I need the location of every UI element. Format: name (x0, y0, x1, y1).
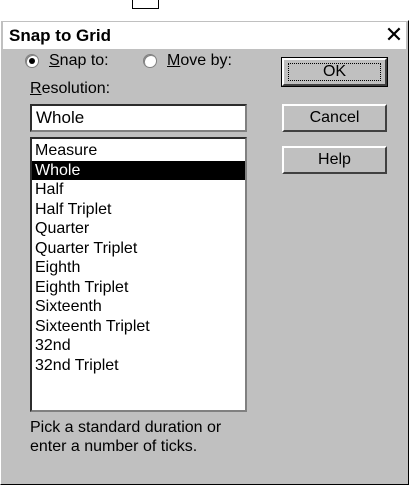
list-item[interactable]: Eighth (32, 258, 245, 278)
background-strip (0, 0, 409, 20)
title-bar[interactable]: Snap to Grid ✕ (3, 22, 406, 49)
snap-to-label: Snap to: (49, 52, 109, 69)
list-item[interactable]: Sixteenth Triplet (32, 317, 245, 337)
snap-to-radio[interactable]: Snap to: (25, 52, 109, 70)
list-item[interactable]: Measure (32, 141, 245, 161)
resolution-list[interactable]: Measure Whole Half Half Triplet Quarter Quart… (30, 137, 247, 412)
list-item[interactable]: 32nd (32, 336, 245, 356)
list-item[interactable]: Half Triplet (32, 200, 245, 220)
resolution-label: Resolution: (30, 80, 111, 97)
move-by-label: Move by: (167, 52, 232, 69)
cancel-button-label: Cancel (309, 109, 360, 126)
list-item[interactable]: Eighth Triplet (32, 278, 245, 298)
cancel-button[interactable]: Cancel (282, 104, 387, 132)
list-item[interactable]: Whole (32, 160, 245, 180)
ok-focus-rect (288, 63, 381, 81)
move-by-radio[interactable]: Move by: (143, 52, 232, 70)
list-item[interactable]: Quarter Triplet (32, 239, 245, 259)
list-item[interactable]: Half (32, 180, 245, 200)
help-button-label: Help (318, 151, 351, 168)
background-window-fragment (132, 0, 159, 9)
hint-text: Pick a standard duration or enter a numb… (30, 419, 222, 455)
ok-button[interactable]: OK (281, 57, 388, 87)
dialog-title: Snap to Grid (9, 26, 111, 45)
help-button[interactable]: Help (282, 146, 387, 174)
resolution-input[interactable] (30, 104, 247, 132)
snap-to-radio-button[interactable] (25, 54, 39, 68)
list-item[interactable]: Quarter (32, 219, 245, 239)
close-icon[interactable]: ✕ (382, 23, 406, 47)
list-item[interactable]: 32nd Triplet (32, 356, 245, 376)
move-by-radio-button[interactable] (143, 54, 157, 68)
list-item[interactable]: Sixteenth (32, 297, 245, 317)
